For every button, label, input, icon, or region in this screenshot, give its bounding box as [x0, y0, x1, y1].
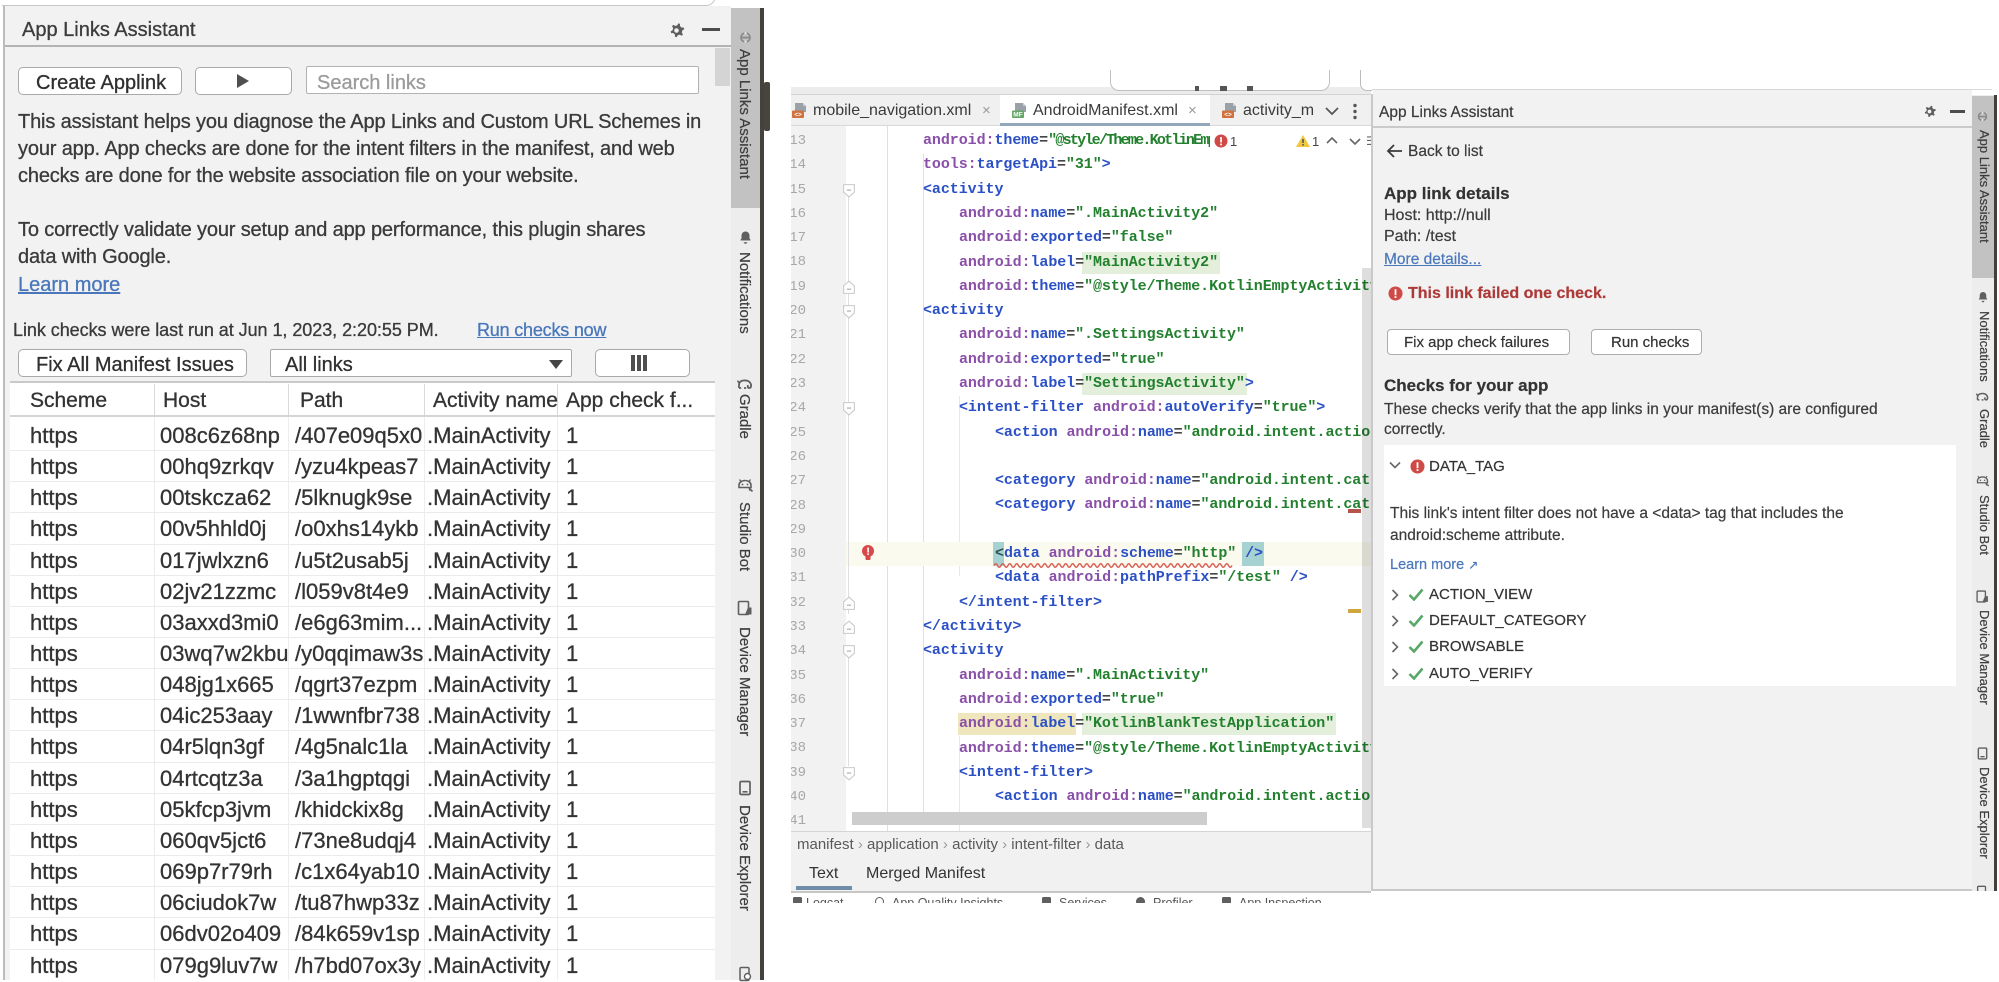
svg-text:1: 1	[1230, 134, 1237, 149]
svg-text:1: 1	[1312, 134, 1319, 149]
svg-text:<>: <>	[1224, 112, 1232, 119]
svg-text:MF: MF	[1013, 112, 1022, 119]
svg-text:<>: <>	[794, 112, 802, 119]
